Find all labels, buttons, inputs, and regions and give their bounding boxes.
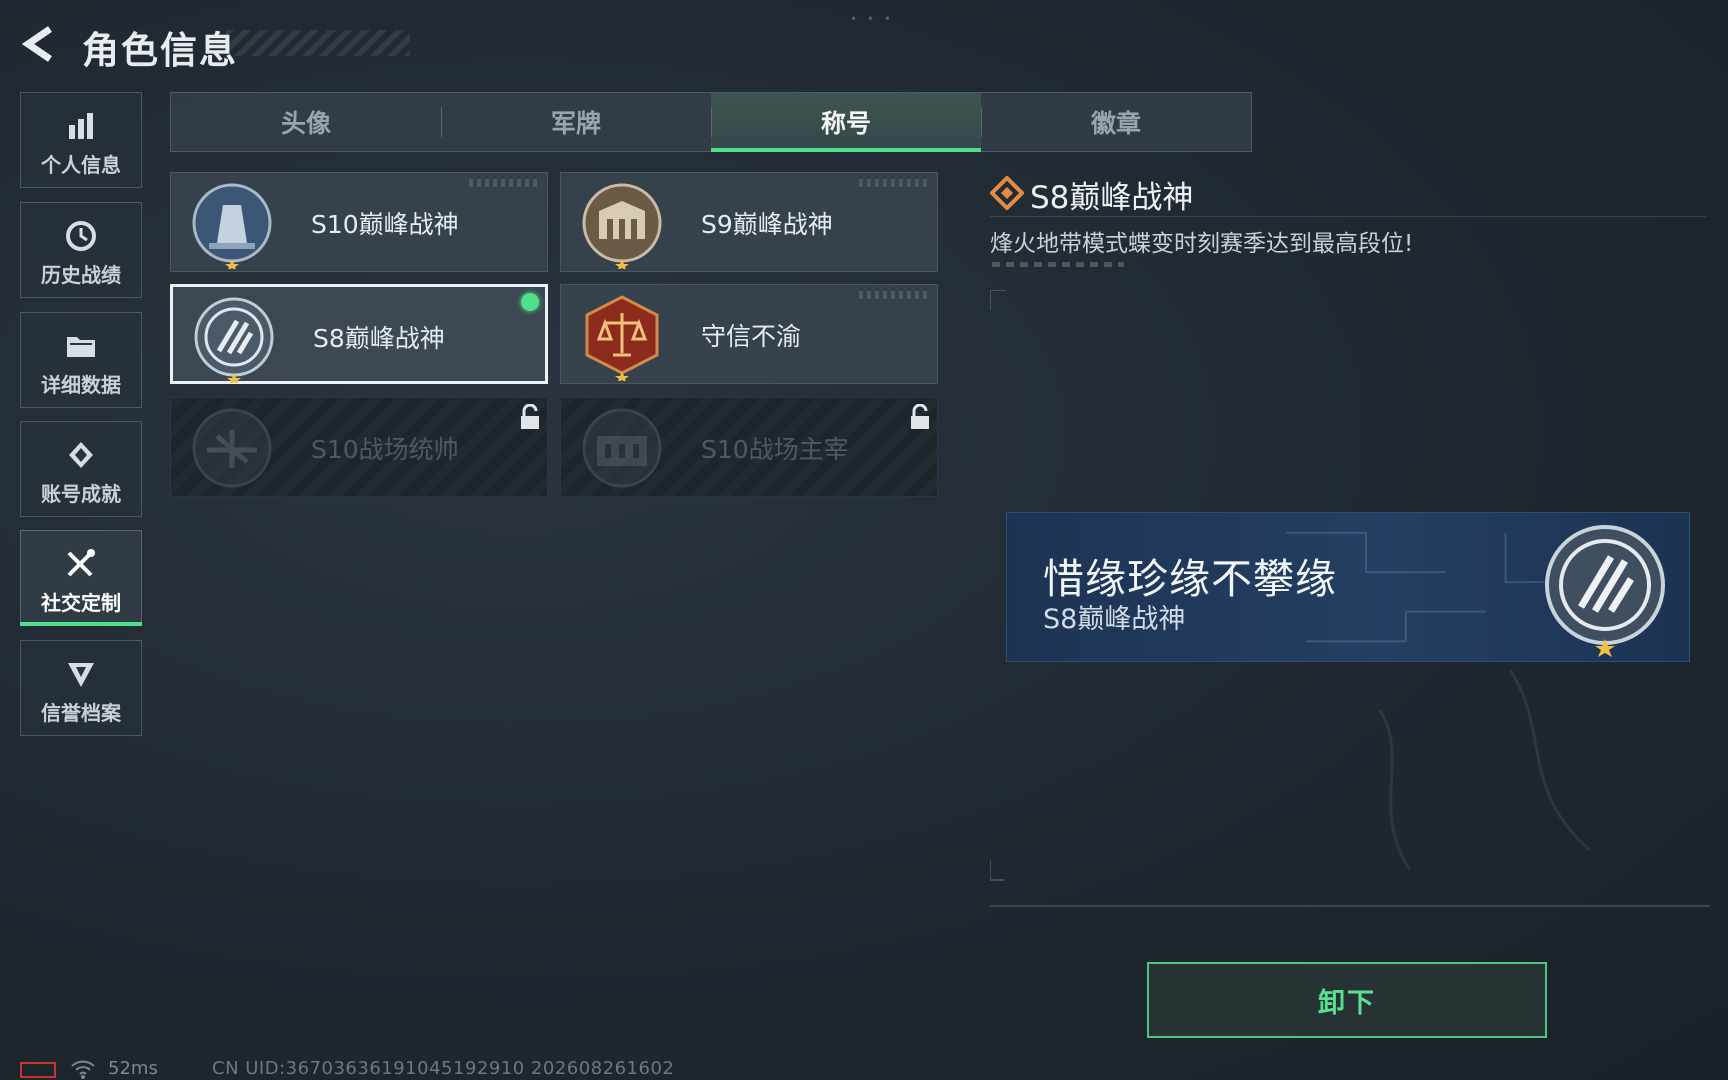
ping-readout: 52ms [108, 1058, 158, 1079]
s8-peak-badge-icon [1545, 525, 1665, 657]
scales-badge-icon [585, 295, 659, 381]
card-decoration [859, 291, 929, 299]
title-card-locked[interactable]: S10战场统帅 [170, 397, 548, 497]
title-card[interactable]: 守信不渝 [560, 284, 938, 384]
colosseum-badge-icon [582, 408, 662, 488]
sidebar-active-indicator [20, 622, 142, 626]
sidebar-item-label: 信誉档案 [41, 701, 121, 725]
aircraft-badge-icon [192, 408, 272, 488]
detail-decoration [992, 262, 1124, 267]
folder-icon [67, 337, 95, 357]
battery-icon [20, 1062, 56, 1078]
player-name: 惜缘珍缘不攀缘 [1043, 555, 1337, 603]
detail-description: 烽火地带模式蝶变时刻赛季达到最高段位! [990, 231, 1414, 257]
lock-icon [911, 404, 929, 429]
title-name: S10战场主宰 [701, 435, 849, 464]
title-name: S10战场统帅 [311, 435, 459, 464]
title-card[interactable]: S10巅峰战神 [170, 172, 548, 272]
divider [990, 216, 1706, 217]
sidebar-item-details[interactable]: 详细数据 [20, 312, 142, 408]
card-decoration [859, 179, 929, 187]
title-name: S10巅峰战神 [311, 210, 459, 239]
detail-title: S8巅峰战神 [1030, 180, 1194, 216]
bar-chart-icon [69, 113, 93, 139]
tab-label: 称号 [820, 109, 871, 138]
tab-label: 头像 [280, 109, 331, 138]
top-decoration: • • • [850, 12, 894, 26]
title-card[interactable]: S9巅峰战神 [560, 172, 938, 272]
uid-readout: CN UID:367036361910451929​10 20260826160… [212, 1058, 675, 1079]
sidebar-item-history[interactable]: 历史战绩 [20, 202, 142, 298]
card-decoration [469, 179, 539, 187]
sidebar-item-achievements[interactable]: 账号成就 [20, 421, 142, 517]
unequip-button[interactable]: 卸下 [1147, 962, 1547, 1038]
back-arrow-icon[interactable] [20, 26, 60, 62]
shield-icon [68, 663, 94, 687]
unequip-label: 卸下 [1318, 987, 1376, 1019]
tools-icon [67, 549, 95, 577]
sidebar-item-label: 社交定制 [41, 591, 121, 615]
s9-peak-badge-icon [582, 183, 662, 269]
sidebar-item-social[interactable]: 社交定制 [20, 530, 142, 626]
tab-dog-tag[interactable]: 军牌 [441, 93, 711, 151]
diamond-icon [990, 176, 1024, 210]
clock-icon [66, 221, 96, 251]
title-decoration [226, 30, 410, 56]
title-name: 守信不渝 [701, 322, 802, 351]
s8-peak-badge-icon [194, 297, 274, 383]
tab-label: 军牌 [550, 109, 601, 138]
sidebar-item-reputation[interactable]: 信誉档案 [20, 640, 142, 736]
title-preview-card: 惜缘珍缘不攀缘 S8巅峰战神 [1006, 512, 1690, 662]
tab-badge[interactable]: 徽章 [981, 93, 1251, 151]
tab-label: 徽章 [1090, 109, 1141, 138]
tab-avatar[interactable]: 头像 [171, 93, 441, 151]
title-name: S9巅峰战神 [701, 210, 833, 239]
preview-title: S8巅峰战神 [1043, 604, 1186, 635]
sidebar-item-label: 历史战绩 [41, 263, 121, 287]
title-card-selected[interactable]: S8巅峰战神 [170, 284, 548, 384]
sidebar-item-personal-info[interactable]: 个人信息 [20, 92, 142, 188]
sidebar-item-label: 详细数据 [41, 373, 121, 397]
sidebar-item-label: 账号成就 [41, 482, 121, 506]
achievement-icon [69, 442, 93, 468]
title-card-locked[interactable]: S10战场主宰 [560, 397, 938, 497]
title-name: S8巅峰战神 [313, 324, 445, 353]
page-title: 角色信息 [82, 29, 238, 72]
wifi-icon [71, 1060, 95, 1079]
s10-peak-badge-icon [192, 183, 272, 269]
tab-bar: 头像 军牌 称号 徽章 [170, 92, 1252, 152]
sidebar-item-label: 个人信息 [41, 153, 121, 177]
equipped-indicator [521, 293, 539, 311]
lock-icon [521, 404, 539, 429]
tab-title[interactable]: 称号 [711, 93, 981, 152]
